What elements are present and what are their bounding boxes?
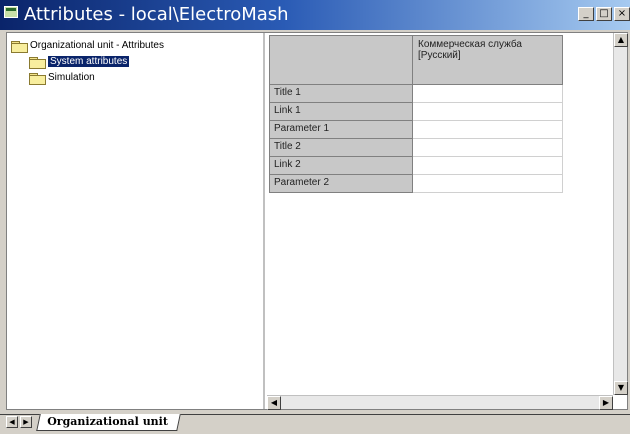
grid-cell[interactable] bbox=[413, 175, 563, 193]
attributes-window: Attributes - local\ElectroMash _ □ × Org… bbox=[0, 0, 630, 434]
attributes-grid-pane: Коммерческая служба [Русский] Title 1 Li… bbox=[267, 33, 628, 410]
grid-cell[interactable] bbox=[413, 85, 563, 103]
row-header[interactable]: Title 1 bbox=[269, 85, 413, 103]
folder-icon bbox=[11, 40, 28, 53]
arrow-up-icon[interactable]: ▲ bbox=[614, 33, 628, 47]
window-controls: _ □ × bbox=[578, 7, 630, 21]
arrow-left-icon[interactable]: ◀ bbox=[267, 396, 281, 410]
close-button[interactable]: × bbox=[614, 7, 630, 21]
grid-cell[interactable] bbox=[413, 139, 563, 157]
tab-prev-icon[interactable]: ◀ bbox=[6, 416, 18, 428]
content-area: Organizational unit - Attributes System … bbox=[6, 32, 628, 410]
vertical-scrollbar[interactable]: ▲ ▼ bbox=[613, 33, 628, 395]
row-header[interactable]: Link 2 bbox=[269, 157, 413, 175]
tree-item-label: System attributes bbox=[48, 56, 130, 67]
maximize-button[interactable]: □ bbox=[596, 7, 612, 21]
horizontal-scrollbar[interactable]: ◀ ▶ bbox=[267, 395, 613, 410]
column-header[interactable]: Коммерческая служба [Русский] bbox=[413, 35, 563, 85]
window-title: Attributes - local\ElectroMash bbox=[24, 4, 289, 25]
tab-next-icon[interactable]: ▶ bbox=[20, 416, 32, 428]
arrow-down-icon[interactable]: ▼ bbox=[614, 381, 628, 395]
sheet-tab-strip: ◀ ▶ Organizational unit bbox=[0, 410, 630, 434]
grid-cell[interactable] bbox=[413, 121, 563, 139]
tree-item-label: Organizational unit - Attributes bbox=[30, 40, 164, 51]
tab-organizational-unit[interactable]: Organizational unit bbox=[36, 414, 181, 431]
row-header[interactable]: Parameter 1 bbox=[269, 121, 413, 139]
tree-item-root[interactable]: Organizational unit - Attributes bbox=[11, 39, 164, 53]
row-header[interactable]: Parameter 2 bbox=[269, 175, 413, 193]
tree-item-label: Simulation bbox=[48, 72, 95, 83]
grid-cell[interactable] bbox=[413, 103, 563, 121]
row-header[interactable]: Link 1 bbox=[269, 103, 413, 121]
row-header[interactable]: Title 2 bbox=[269, 139, 413, 157]
arrow-right-icon[interactable]: ▶ bbox=[599, 396, 613, 410]
tree-item-system-attributes[interactable]: System attributes bbox=[29, 55, 130, 69]
tree-pane: Organizational unit - Attributes System … bbox=[7, 33, 265, 409]
grid-corner-header bbox=[269, 35, 413, 85]
tree-item-simulation[interactable]: Simulation bbox=[29, 71, 95, 85]
app-icon[interactable] bbox=[4, 6, 18, 18]
folder-icon bbox=[29, 56, 46, 69]
title-bar[interactable]: Attributes - local\ElectroMash _ □ × bbox=[0, 0, 630, 30]
minimize-button[interactable]: _ bbox=[578, 7, 594, 21]
tab-label: Organizational unit bbox=[47, 415, 168, 428]
grid-cell[interactable] bbox=[413, 157, 563, 175]
folder-icon bbox=[29, 72, 46, 85]
